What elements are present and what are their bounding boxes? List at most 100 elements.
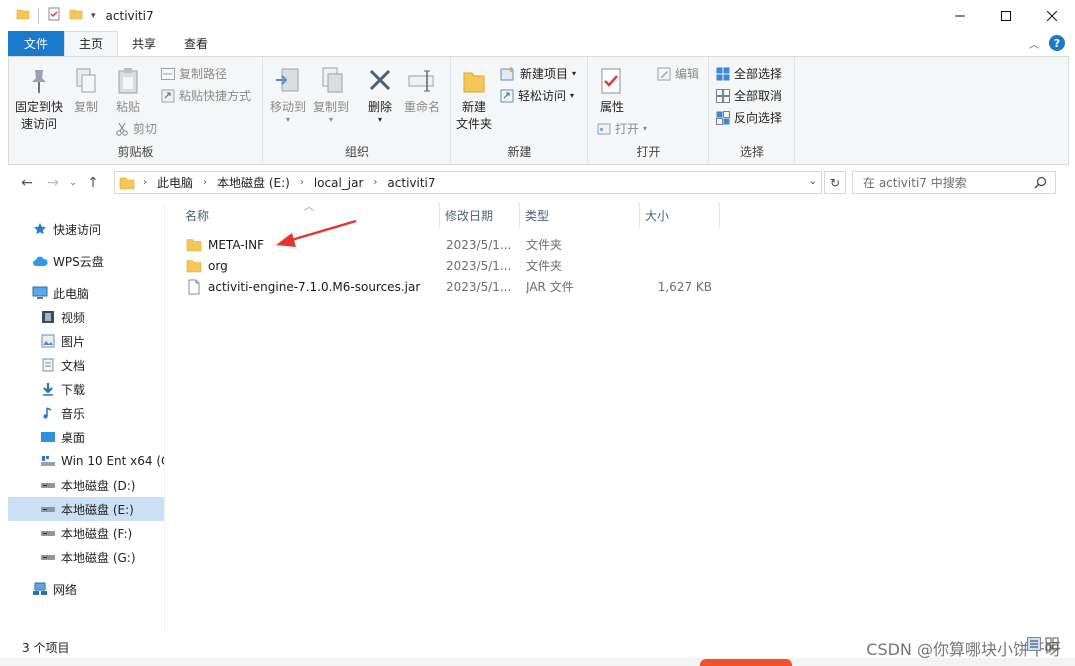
folder-icon [186,237,202,253]
copy-path-button[interactable]: 复制路径 [161,65,227,82]
copy-icon [73,63,99,99]
scissors-icon [116,122,128,136]
sidebar-item-desktop[interactable]: 桌面 [8,425,164,449]
minimize-button[interactable] [937,0,983,31]
ribbon-tabs: 文件 主页 共享 查看 ︿ ? [0,31,1075,56]
back-arrow-icon[interactable]: ← [14,175,40,191]
paste-icon [115,63,141,99]
tab-home[interactable]: 主页 [64,31,119,56]
breadcrumb-this-pc[interactable]: 此电脑 [157,174,193,191]
clipboard-group: 固定到快 速访问 复制 粘贴 复制路径 粘贴快捷方式 剪切 剪贴板 [9,57,263,164]
file-list: ︿ 名称 修改日期 类型 大小 META-INF 2023/5/1... 文件夹… [180,202,1060,632]
sidebar-item-downloads[interactable]: 下载 [8,377,164,401]
video-icon [40,309,56,325]
sidebar-item-music[interactable]: 音乐 [8,401,164,425]
maximize-button[interactable] [983,0,1029,31]
up-arrow-icon[interactable]: ↑ [80,175,106,191]
tab-file[interactable]: 文件 [8,31,65,56]
column-header-size[interactable]: 大小 [640,202,720,228]
search-icon [1034,176,1047,192]
open-button[interactable]: 打开 ▾ [597,120,647,137]
sidebar-item-videos[interactable]: 视频 [8,305,164,329]
details-view-icon[interactable] [1027,637,1041,654]
properties-button[interactable]: 属性 [599,63,625,116]
music-icon [40,405,56,421]
breadcrumb-separator-icon: › [203,177,208,188]
paste-button[interactable]: 粘贴 [115,63,141,116]
easy-access-icon [500,89,514,102]
search-input[interactable]: 在 activiti7 中搜索 [852,171,1056,194]
easy-access-button[interactable]: 轻松访问 ▾ [500,87,574,104]
title-bar: ▾ activiti7 [0,0,1075,31]
sidebar-item-drive-g[interactable]: 本地磁盘 (G:) [8,545,164,569]
address-bar[interactable]: › 此电脑 › 本地磁盘 (E:) › local_jar › activiti… [114,171,822,194]
pin-quick-access-button[interactable]: 固定到快 速访问 [15,63,63,133]
breadcrumb-activiti7[interactable]: activiti7 [387,176,435,190]
help-icon[interactable]: ? [1049,35,1065,51]
recent-locations-chevron-icon[interactable]: ⌄ [66,178,80,188]
sidebar-item-quick-access[interactable]: 快速访问 [8,217,164,241]
forward-arrow-icon[interactable]: → [40,175,66,191]
organize-group: 移动到 ▾ 复制到 ▾ 删除 ▾ 重命名 组织 [264,57,451,164]
sidebar-item-this-pc[interactable]: 此电脑 [8,281,164,305]
address-dropdown-icon[interactable]: ⌄ [809,176,817,187]
file-type: 文件夹 [526,238,563,252]
sidebar-item-drive-f[interactable]: 本地磁盘 (F:) [8,521,164,545]
file-row-org[interactable]: org 2023/5/1... 文件夹 [180,255,720,276]
new-item-button[interactable]: 新建项目 ▾ [500,65,576,82]
new-item-icon [500,66,514,80]
file-name: activiti-engine-7.1.0.M6-sources.jar [208,279,421,294]
file-row-jar[interactable]: activiti-engine-7.1.0.M6-sources.jar 202… [180,276,720,297]
folder-icon [186,258,202,274]
file-type: JAR 文件 [526,280,574,294]
delete-button[interactable]: 删除 ▾ [367,63,393,124]
network-icon [32,581,48,597]
edit-icon [657,67,671,80]
invert-selection-button[interactable]: 反向选择 [716,109,782,126]
sidebar-item-network[interactable]: 网络 [8,577,164,601]
tab-view[interactable]: 查看 [170,31,222,56]
properties-checklist-icon[interactable] [47,7,61,24]
pane-divider[interactable] [164,202,165,632]
new-folder-quick-icon[interactable] [69,7,83,24]
properties-icon [599,63,625,99]
column-header-type[interactable]: 类型 [520,202,640,228]
sidebar-item-drive-d[interactable]: 本地磁盘 (D:) [8,473,164,497]
column-header-date[interactable]: 修改日期 [440,202,520,228]
select-all-button[interactable]: 全部选择 [716,65,782,82]
sidebar-item-documents[interactable]: 文档 [8,353,164,377]
collapse-ribbon-icon[interactable]: ︿ [1029,36,1039,51]
delete-x-icon [367,63,393,99]
bottom-accent-tab [700,659,792,666]
breadcrumb-drive-e[interactable]: 本地磁盘 (E:) [217,174,290,191]
tab-share[interactable]: 共享 [118,31,170,56]
sidebar-item-wps-cloud[interactable]: WPS云盘 [8,249,164,273]
customize-dropdown-icon[interactable]: ▾ [91,11,96,21]
select-group-label: 选择 [739,145,764,159]
sidebar-item-pictures[interactable]: 图片 [8,329,164,353]
new-folder-button[interactable]: 新建 文件夹 [456,63,492,133]
large-icons-view-icon[interactable] [1045,637,1059,654]
refresh-button[interactable]: ↻ [824,171,846,194]
close-button[interactable] [1029,0,1075,31]
rename-button[interactable]: 重命名 [404,63,440,116]
copy-path-icon [161,67,175,80]
search-placeholder: 在 activiti7 中搜索 [863,176,967,190]
paste-shortcut-button[interactable]: 粘贴快捷方式 [161,87,251,104]
copy-button[interactable]: 复制 [73,63,99,116]
file-type: 文件夹 [526,259,563,273]
sidebar-item-drive-c[interactable]: Win 10 Ent x64 (C [8,449,164,473]
breadcrumb-local-jar[interactable]: local_jar [314,176,364,190]
sidebar-item-drive-e[interactable]: 本地磁盘 (E:) [8,497,164,521]
windows-drive-icon [40,453,56,469]
file-row-meta-inf[interactable]: META-INF 2023/5/1... 文件夹 [180,234,720,255]
cut-button[interactable]: 剪切 [115,120,157,137]
select-none-button[interactable]: 全部取消 [716,87,782,104]
invert-selection-icon [716,110,730,125]
edit-button[interactable]: 编辑 [657,65,699,82]
ribbon: 固定到快 速访问 复制 粘贴 复制路径 粘贴快捷方式 剪切 剪贴板 移动到 ▾ … [8,56,1069,165]
move-to-button[interactable]: 移动到 ▾ [270,63,306,124]
file-date: 2023/5/1... [446,237,512,252]
qa-separator [38,7,39,24]
copy-to-button[interactable]: 复制到 ▾ [313,63,349,124]
